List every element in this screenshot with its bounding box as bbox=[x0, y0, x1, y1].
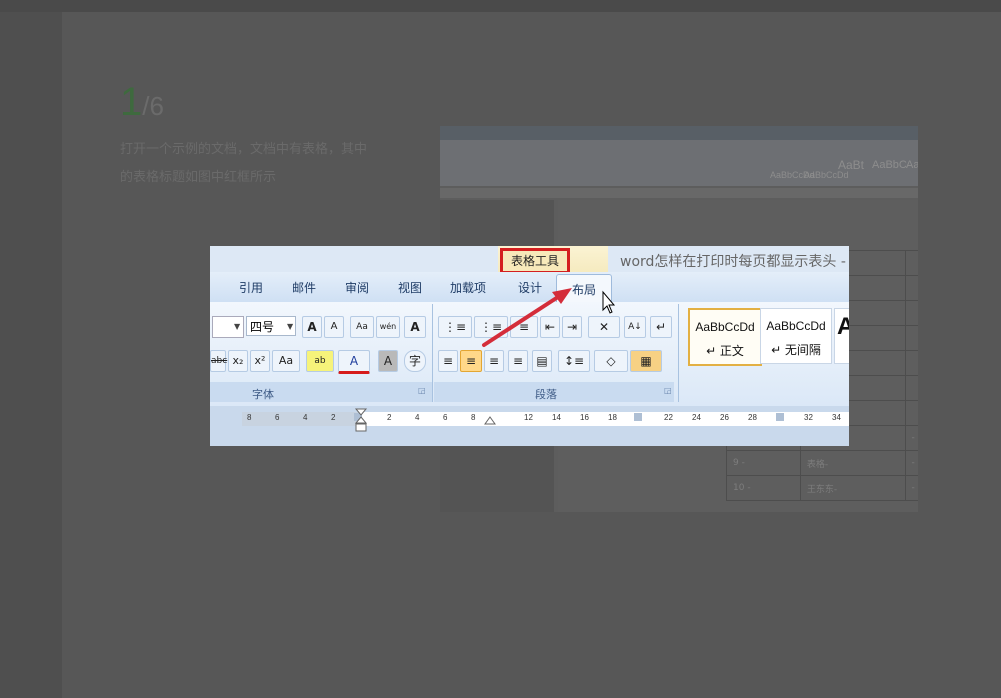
mouse-cursor-icon bbox=[602, 290, 616, 314]
annotation-overlay bbox=[482, 288, 616, 347]
red-arrow-icon bbox=[482, 288, 572, 347]
